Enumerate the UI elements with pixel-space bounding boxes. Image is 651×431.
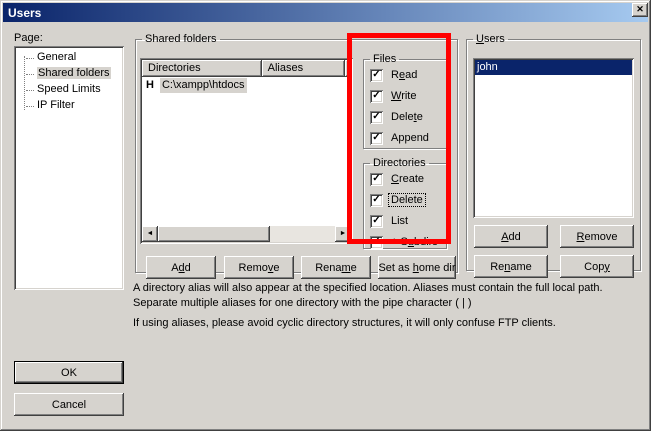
checkbox-checked-icon[interactable]: ✓: [370, 173, 383, 186]
directory-path: C:\xampp\htdocs: [160, 78, 247, 93]
checkbox-dir-list[interactable]: ✓ List: [370, 213, 444, 229]
files-permissions-group: Files ✓ Read ✓ Write ✓ Delete ✓ Append: [363, 53, 447, 149]
users-group-label: Users: [473, 33, 508, 45]
home-flag: H: [146, 78, 154, 93]
user-add-button[interactable]: Add: [474, 225, 548, 248]
column-header-directories[interactable]: Directories: [142, 60, 262, 77]
page-item-shared-folders[interactable]: Shared folders: [16, 66, 122, 82]
cyclic-note: If using aliases, please avoid cyclic di…: [133, 316, 611, 331]
title-bar[interactable]: Users: [3, 3, 648, 22]
checkbox-files-read[interactable]: ✓ Read: [370, 67, 444, 83]
checkbox-checked-icon[interactable]: ✓: [370, 236, 383, 249]
checkbox-dir-delete[interactable]: ✓ Delete: [370, 192, 444, 208]
page-list[interactable]: General Shared folders Speed Limits IP F…: [14, 46, 124, 290]
close-icon: ✕: [636, 4, 644, 14]
folder-remove-button[interactable]: Remove: [224, 256, 294, 279]
directories-listview[interactable]: Directories Aliases H C:\xampp\htdocs ◄ …: [140, 58, 353, 244]
checkbox-files-append[interactable]: ✓ Append: [370, 130, 444, 146]
folder-add-button[interactable]: Add: [146, 256, 216, 279]
directories-permissions-group: Directories ✓ Create ✓ Delete ✓ List ✓ +…: [363, 157, 447, 249]
users-list[interactable]: john: [473, 58, 634, 218]
checkbox-checked-icon[interactable]: ✓: [370, 132, 383, 145]
column-header-aliases[interactable]: Aliases: [262, 60, 345, 77]
user-remove-button[interactable]: Remove: [560, 225, 634, 248]
user-rename-button[interactable]: Rename: [474, 255, 548, 278]
scroll-right-icon: ►: [340, 230, 347, 237]
checkbox-dir-create[interactable]: ✓ Create: [370, 171, 444, 187]
checkbox-checked-icon[interactable]: ✓: [370, 215, 383, 228]
set-as-home-dir-button[interactable]: Set as home dir: [378, 256, 456, 279]
checkbox-files-delete[interactable]: ✓ Delete: [370, 109, 444, 125]
scrollbar-thumb[interactable]: [158, 226, 270, 242]
shared-folders-group: Shared folders Directories Aliases H C:\…: [135, 33, 458, 273]
scroll-left-icon: ◄: [147, 230, 154, 237]
directory-row[interactable]: H C:\xampp\htdocs: [142, 77, 351, 93]
listview-header: Directories Aliases: [142, 60, 351, 77]
page-item-speed-limits[interactable]: Speed Limits: [16, 82, 122, 98]
page-item-ip-filter[interactable]: IP Filter: [16, 98, 122, 114]
alias-note: A directory alias will also appear at th…: [133, 281, 611, 311]
checkbox-checked-icon[interactable]: ✓: [370, 69, 383, 82]
checkbox-checked-icon[interactable]: ✓: [370, 111, 383, 124]
scroll-left-button[interactable]: ◄: [142, 226, 158, 242]
folder-rename-button[interactable]: Rename: [301, 256, 371, 279]
checkbox-checked-icon[interactable]: ✓: [370, 90, 383, 103]
ok-button[interactable]: OK: [14, 361, 124, 384]
page-item-general[interactable]: General: [16, 50, 122, 66]
cancel-button[interactable]: Cancel: [14, 393, 124, 416]
users-group: Users john Add Remove Rename Copy: [466, 33, 641, 271]
files-group-label: Files: [370, 53, 399, 65]
shared-folders-group-label: Shared folders: [142, 33, 220, 45]
scroll-right-button[interactable]: ►: [335, 226, 351, 242]
window-title: Users: [8, 6, 41, 20]
directories-group-label: Directories: [370, 157, 429, 169]
page-label: Page:: [14, 32, 43, 44]
checkbox-dir-subdirs[interactable]: ✓ + Subdirs: [370, 234, 444, 250]
horizontal-scrollbar[interactable]: ◄ ►: [142, 226, 351, 242]
checkbox-files-write[interactable]: ✓ Write: [370, 88, 444, 104]
user-item-john[interactable]: john: [475, 60, 632, 75]
close-button[interactable]: ✕: [632, 3, 648, 17]
checkbox-checked-icon[interactable]: ✓: [370, 194, 383, 207]
user-copy-button[interactable]: Copy: [560, 255, 634, 278]
column-header-filler: [345, 60, 351, 77]
users-dialog: Users ✕ Page: General Shared folders Spe…: [0, 0, 651, 431]
